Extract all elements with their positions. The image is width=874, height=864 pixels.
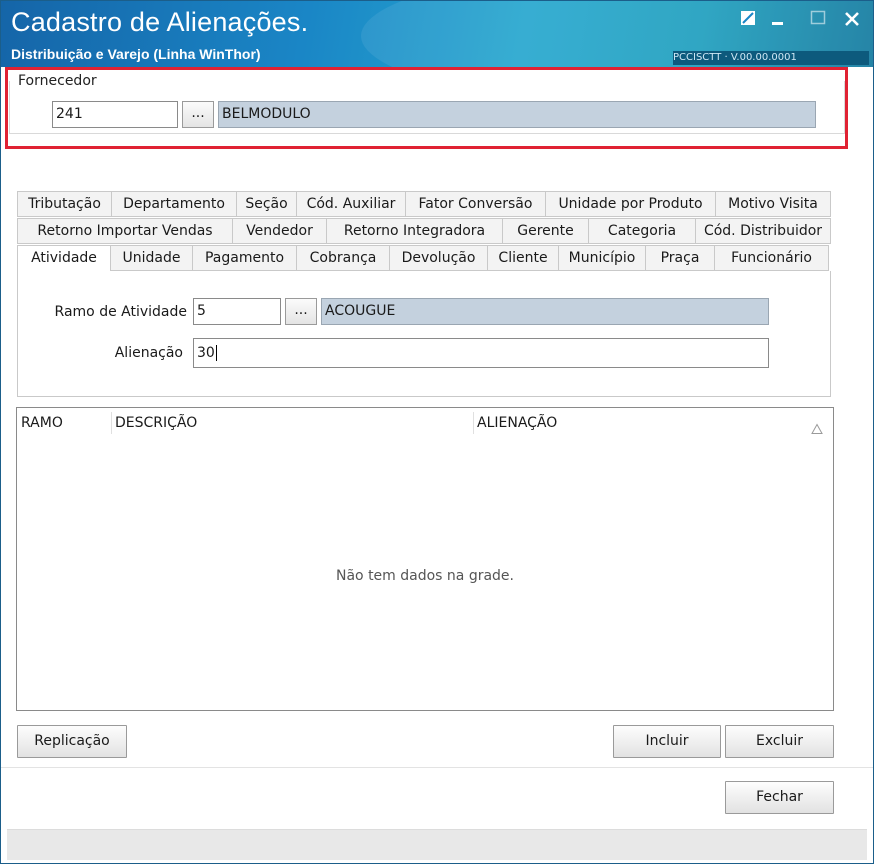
- tab-retorno-integradora[interactable]: Retorno Integradora: [327, 218, 503, 244]
- atividade-panel: [17, 271, 831, 397]
- window-title: Cadastro de Alienações.: [11, 7, 309, 37]
- title-bar: Cadastro de Alienações. Distribuição e V…: [1, 1, 873, 67]
- maximize-icon[interactable]: [807, 9, 829, 31]
- tab-cod-distribuidor[interactable]: Cód. Distribuidor: [696, 218, 831, 244]
- grid-col-alienacao[interactable]: ALIENAÇÃO: [473, 408, 557, 438]
- tab-cobranca[interactable]: Cobrança: [297, 245, 390, 271]
- tab-cod-auxiliar[interactable]: Cód. Auxiliar: [297, 191, 406, 217]
- tab-motivo-visita[interactable]: Motivo Visita: [716, 191, 831, 217]
- ramo-descricao-field: ACOUGUE: [321, 298, 769, 325]
- tab-row-2: Retorno Importar Vendas Vendedor Retorno…: [17, 218, 831, 244]
- tab-pagamento[interactable]: Pagamento: [193, 245, 297, 271]
- alienacao-value: 30: [197, 345, 215, 361]
- window-subtitle: Distribuição e Varejo (Linha WinThor): [11, 46, 261, 62]
- tab-row-1: Tributação Departamento Seção Cód. Auxil…: [17, 191, 831, 217]
- tab-fator-conversao[interactable]: Fator Conversão: [406, 191, 546, 217]
- restore-icon[interactable]: [737, 9, 759, 31]
- tab-funcionario[interactable]: Funcionário: [715, 245, 829, 271]
- tab-secao[interactable]: Seção: [237, 191, 297, 217]
- tab-categoria[interactable]: Categoria: [589, 218, 696, 244]
- replicacao-button[interactable]: Replicação: [17, 725, 127, 758]
- minimize-icon[interactable]: [767, 9, 789, 31]
- tab-retorno-importar-vendas[interactable]: Retorno Importar Vendas: [17, 218, 233, 244]
- status-bar: [7, 829, 867, 860]
- excluir-button[interactable]: Excluir: [725, 725, 834, 758]
- tab-atividade[interactable]: Atividade: [17, 245, 111, 272]
- incluir-button[interactable]: Incluir: [613, 725, 721, 758]
- main-window: Cadastro de Alienações. Distribuição e V…: [0, 0, 874, 864]
- tab-departamento[interactable]: Departamento: [112, 191, 237, 217]
- tab-unidade[interactable]: Unidade: [111, 245, 193, 271]
- sort-triangle-icon[interactable]: [811, 416, 823, 446]
- tab-unidade-por-produto[interactable]: Unidade por Produto: [546, 191, 716, 217]
- grid-col-ramo[interactable]: RAMO: [17, 408, 63, 438]
- alienacao-grid[interactable]: RAMO DESCRIÇÃO ALIENAÇÃO Não tem dados n…: [16, 407, 834, 711]
- fechar-button[interactable]: Fechar: [725, 781, 834, 814]
- grid-header: RAMO DESCRIÇÃO ALIENAÇÃO: [17, 408, 833, 438]
- highlight-box: [5, 67, 848, 149]
- grid-col-descricao[interactable]: DESCRIÇÃO: [111, 408, 197, 438]
- text-cursor: [215, 345, 217, 361]
- tab-tributacao[interactable]: Tributação: [17, 191, 112, 217]
- alienacao-label: Alienação: [114, 345, 183, 361]
- ramo-atividade-label: Ramo de Atividade: [54, 304, 187, 320]
- tab-row-3: Atividade Unidade Pagamento Cobrança Dev…: [17, 245, 829, 272]
- tab-municipio[interactable]: Município: [559, 245, 646, 271]
- ramo-lookup-button[interactable]: ...: [285, 298, 317, 325]
- tab-devolucao[interactable]: Devolução: [390, 245, 488, 271]
- tab-cliente[interactable]: Cliente: [488, 245, 559, 271]
- alienacao-input[interactable]: 30: [193, 338, 769, 368]
- tab-vendedor[interactable]: Vendedor: [233, 218, 327, 244]
- form-content: Fornecedor 241 ... BELMODULO Tributação …: [1, 67, 873, 863]
- version-text: PCCISCTT · V.00.00.0001: [673, 52, 797, 63]
- ramo-atividade-input[interactable]: 5: [193, 298, 281, 325]
- close-icon[interactable]: [841, 9, 863, 31]
- tab-praca[interactable]: Praça: [646, 245, 715, 271]
- tab-gerente[interactable]: Gerente: [503, 218, 589, 244]
- footer-divider: [1, 767, 873, 768]
- grid-empty-message: Não tem dados na grade.: [336, 568, 514, 584]
- version-strip: PCCISCTT · V.00.00.0001: [673, 51, 869, 65]
